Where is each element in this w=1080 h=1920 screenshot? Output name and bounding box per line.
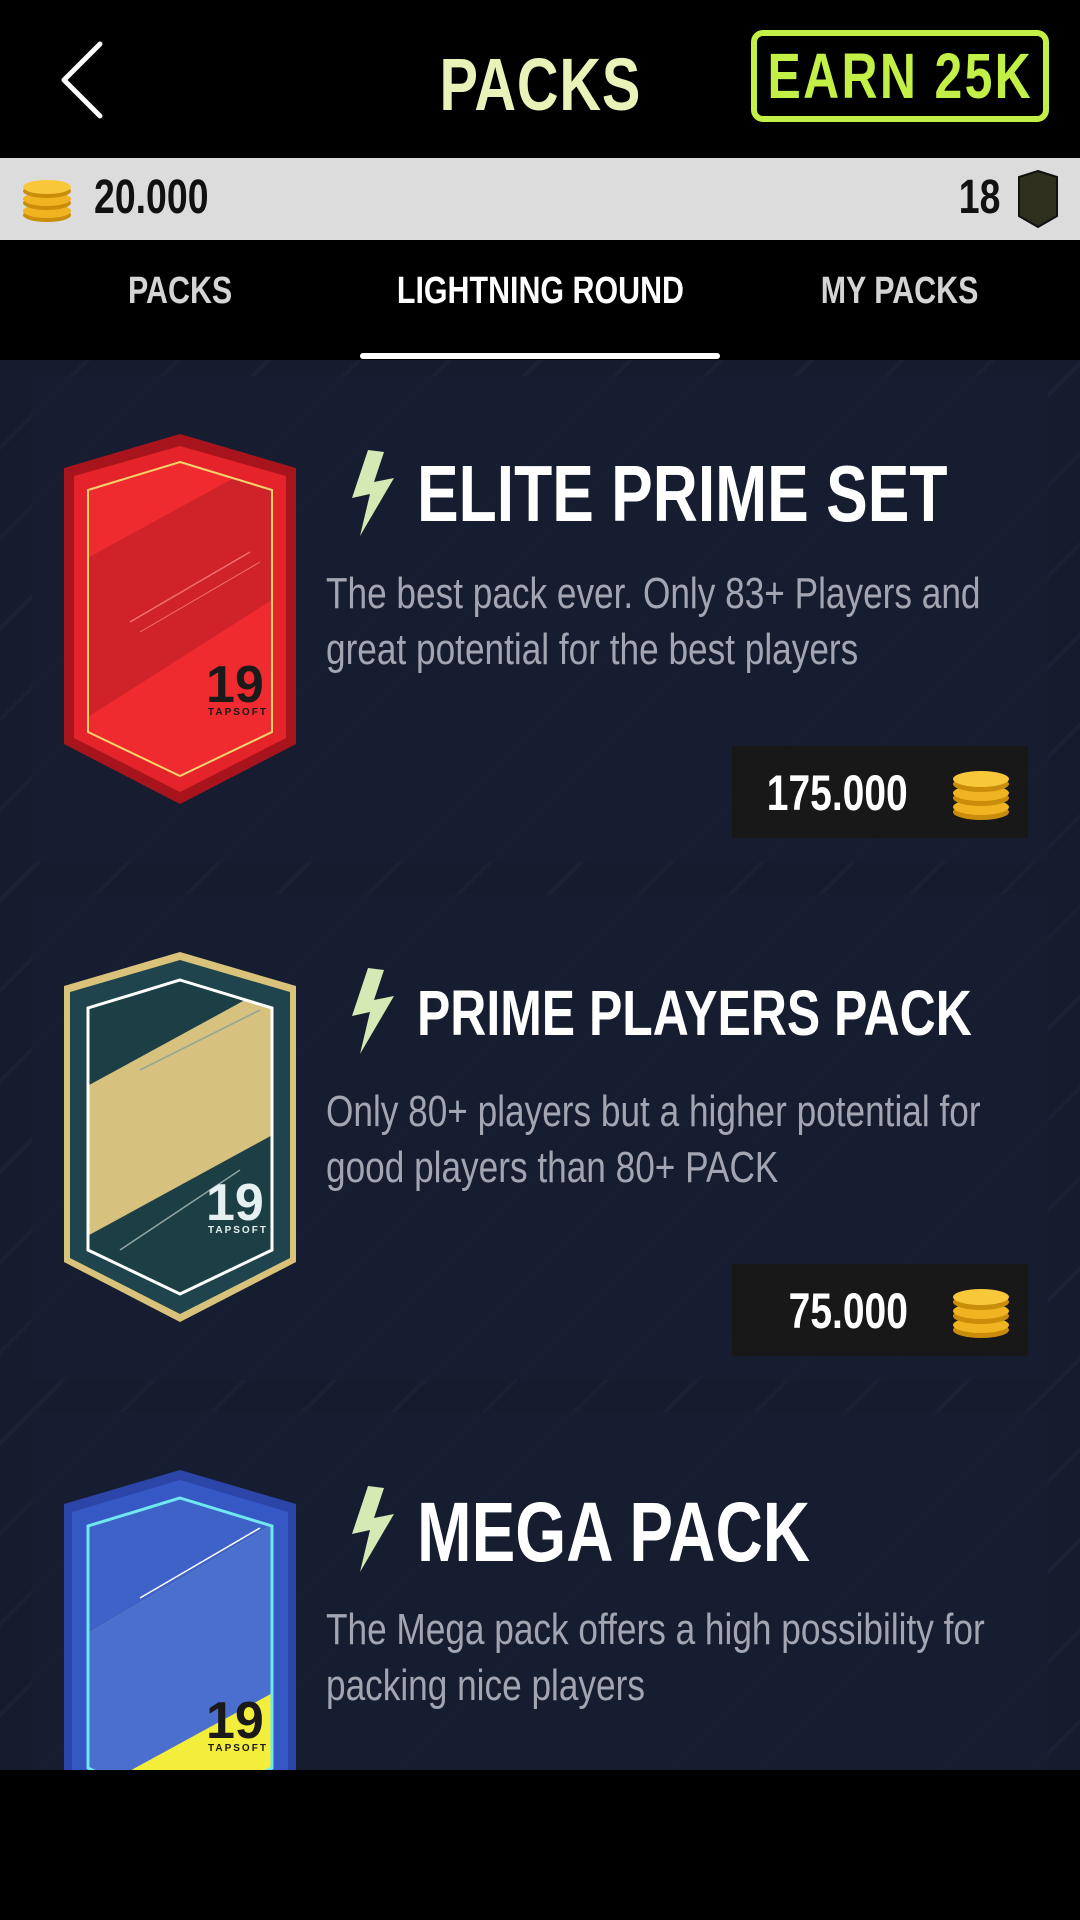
earn-25k-button[interactable]: EARN 25K: [751, 30, 1049, 122]
app-header: PACKS EARN 25K: [0, 0, 1080, 158]
coin-stack-icon: [23, 180, 71, 222]
svg-text:TAPSOFT: TAPSOFT: [208, 707, 268, 718]
tab-lightning-round[interactable]: LIGHTNING ROUND: [360, 270, 720, 330]
pack-price: 175.000: [767, 765, 908, 821]
coin-stack-icon: [953, 1289, 1009, 1338]
active-tab-indicator: [360, 353, 720, 359]
elite-pack-badge-icon: 19 TAPSOFT: [64, 434, 296, 804]
lightning-bolt-icon: [352, 450, 394, 536]
tab-packs[interactable]: PACKS: [0, 270, 360, 330]
pack-count: 18: [958, 171, 1000, 224]
coin-stack-icon: [953, 771, 1009, 820]
pack-title: ELITE PRIME SET: [417, 449, 948, 538]
lightning-bolt-icon: [352, 1486, 394, 1572]
pack-description: The best pack ever. Only 83+ Players and…: [326, 569, 981, 674]
lightning-bolt-icon: [352, 968, 394, 1054]
svg-text:TAPSOFT: TAPSOFT: [208, 1743, 268, 1754]
svg-text:19: 19: [206, 656, 264, 714]
tab-my-packs[interactable]: MY PACKS: [720, 270, 1080, 330]
pack-card-prime-players-pack[interactable]: 19 TAPSOFT PRIME PLAYERS PACK Only 80+ p…: [32, 894, 1048, 1380]
tab-bar: PACKS LIGHTNING ROUND MY PACKS: [0, 240, 1080, 360]
pack-card-elite-prime-set[interactable]: 19 TAPSOFT ELITE PRIME SET The best pack…: [32, 376, 1048, 862]
pack-description: Only 80+ players but a higher potential …: [326, 1087, 981, 1192]
buy-price-button[interactable]: 175.000: [732, 746, 1028, 838]
pack-description: The Mega pack offers a high possibility …: [326, 1605, 985, 1710]
pack-title: PRIME PLAYERS PACK: [417, 977, 972, 1049]
svg-text:TAPSOFT: TAPSOFT: [208, 1225, 268, 1236]
coin-balance: 20.000: [94, 171, 209, 224]
mega-pack-badge-icon: 19 TAPSOFT: [64, 1470, 296, 1770]
bottom-bar: [0, 1770, 1080, 1920]
pack-badge-icon: [1018, 170, 1058, 228]
pack-price: 75.000: [788, 1283, 908, 1339]
svg-text:19: 19: [206, 1174, 264, 1232]
page-title: PACKS: [439, 43, 641, 126]
pack-card-mega-pack[interactable]: 19 TAPSOFT MEGA PACK The Mega pack offer…: [32, 1412, 1048, 1770]
pack-list[interactable]: 19 TAPSOFT ELITE PRIME SET The best pack…: [0, 360, 1080, 1770]
pack-title: MEGA PACK: [417, 1485, 811, 1579]
balance-bar: 20.000 18: [0, 158, 1080, 240]
svg-text:19: 19: [206, 1692, 264, 1750]
prime-pack-badge-icon: 19 TAPSOFT: [64, 952, 296, 1322]
buy-price-button[interactable]: 75.000: [732, 1264, 1028, 1356]
